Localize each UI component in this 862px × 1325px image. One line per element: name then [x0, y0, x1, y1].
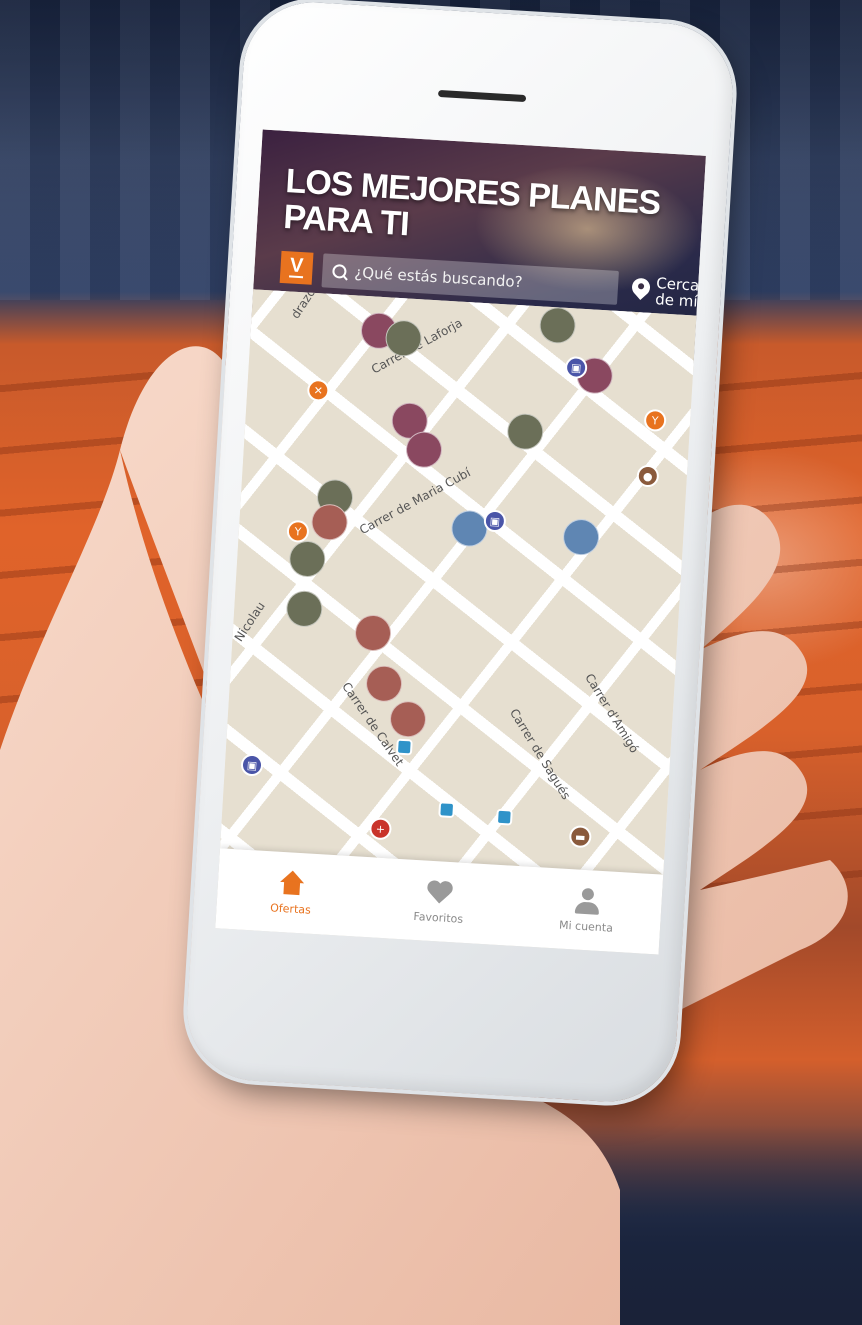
bus-stop-icon[interactable]: [495, 808, 513, 826]
nav-tab-ofertas[interactable]: Ofertas: [230, 867, 352, 919]
map-view[interactable]: Carrer de Laforja Carrer de Maria Cubí N…: [220, 289, 697, 875]
heart-icon: [424, 878, 455, 906]
location-pin-icon: [631, 278, 650, 303]
near-me-line2: de mí: [654, 290, 699, 311]
bus-stop-icon[interactable]: [438, 801, 456, 819]
search-placeholder: ¿Qué estás buscando?: [353, 263, 524, 292]
map-street-grid: [220, 289, 697, 875]
logo-underline: [288, 275, 304, 279]
nav-tab-mi-cuenta[interactable]: Mi cuenta: [526, 884, 648, 936]
near-me-label: Cerca de mí: [654, 274, 700, 311]
home-icon: [276, 869, 307, 897]
logo-letter: V: [289, 254, 304, 278]
brand-logo-button[interactable]: V: [279, 250, 314, 285]
nav-label: Mi cuenta: [558, 918, 614, 935]
phone-device: LOS MEJORES PLANES PARA TI V ¿Qué estás …: [183, 0, 737, 1106]
nav-label: Favoritos: [413, 909, 464, 926]
nav-tab-favoritos[interactable]: Favoritos: [378, 875, 500, 927]
near-me-button[interactable]: Cerca de mí: [631, 268, 703, 316]
bus-stop-icon[interactable]: [395, 738, 413, 756]
phone-speaker: [437, 89, 527, 103]
nav-label: Ofertas: [269, 900, 312, 917]
page-title: LOS MEJORES PLANES PARA TI: [282, 162, 662, 244]
app-screen: LOS MEJORES PLANES PARA TI V ¿Qué estás …: [215, 129, 706, 955]
user-icon: [572, 887, 603, 915]
search-icon: [332, 263, 347, 279]
